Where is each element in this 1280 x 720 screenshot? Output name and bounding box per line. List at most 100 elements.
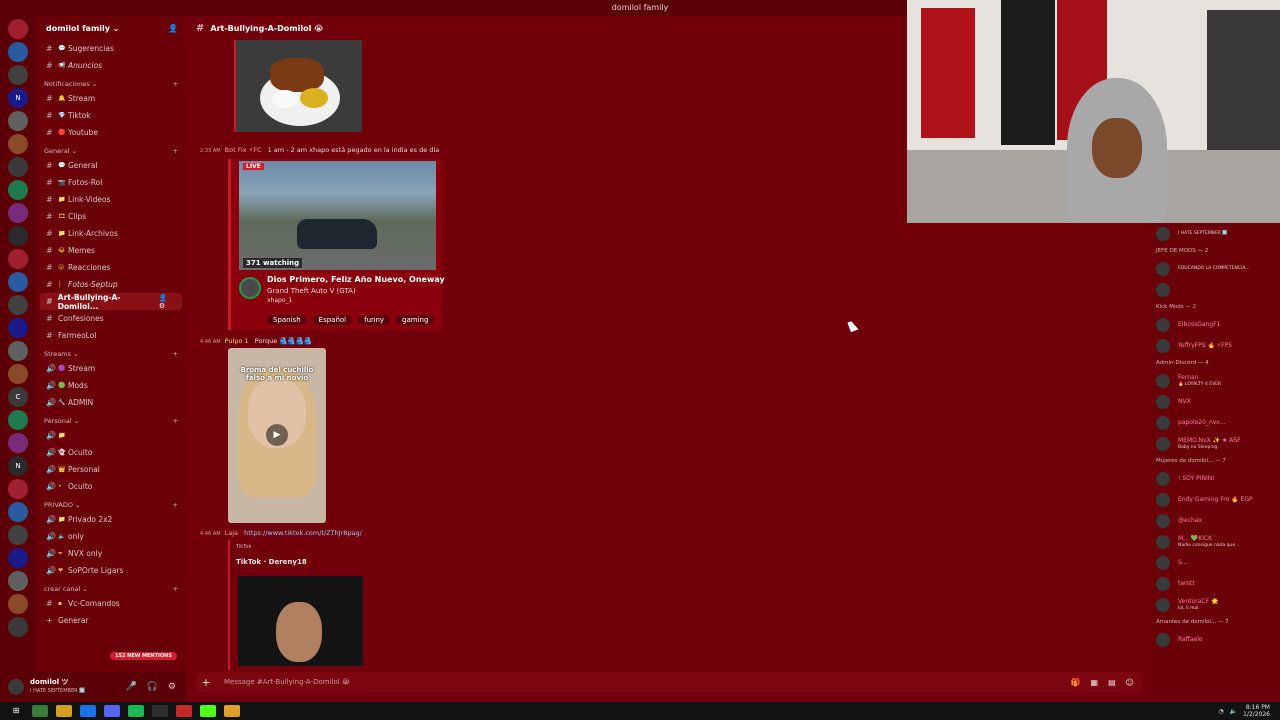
invite-icon[interactable]: 👤 <box>168 24 178 33</box>
server-icon[interactable] <box>8 42 28 62</box>
channel-reacciones[interactable]: # 😮 Reacciones <box>36 259 186 276</box>
avatar[interactable] <box>1156 471 1170 486</box>
channel-art-bullying[interactable]: # Art-Bullying-A-Domilol... 👤 ⚙ <box>40 293 182 311</box>
avatar[interactable] <box>1156 555 1170 570</box>
add-channel-icon[interactable]: + <box>173 80 178 88</box>
avatar[interactable] <box>1156 597 1170 612</box>
windows-start-icon[interactable]: ⊞ <box>8 705 24 717</box>
server-icon[interactable] <box>8 295 28 315</box>
channel-youtube[interactable]: # 🔴 Youtube <box>36 124 186 141</box>
avatar[interactable] <box>1156 338 1170 353</box>
obs-icon[interactable] <box>152 705 168 717</box>
avatar[interactable] <box>1156 226 1170 241</box>
server-icon[interactable] <box>8 134 28 154</box>
channel-link-videos[interactable]: # 📁 Link-Videos <box>36 191 186 208</box>
tag[interactable]: Spanish <box>267 315 307 325</box>
category-notificaciones[interactable]: Notificaciones ⌄ + <box>36 78 186 90</box>
discord-icon[interactable] <box>104 705 120 717</box>
add-channel-icon[interactable]: + <box>173 147 178 155</box>
server-icon[interactable] <box>8 65 28 85</box>
avatar[interactable] <box>1156 317 1170 332</box>
member-row[interactable]: Endy Gaming Fro 🔥 EGP <box>1150 489 1280 510</box>
avatar[interactable] <box>239 277 261 299</box>
channel-anuncios[interactable]: # 📢 Anuncios <box>36 57 186 74</box>
server-icon[interactable] <box>8 410 28 430</box>
channel-fotos-septup[interactable]: # │ Fotos-Septup <box>36 276 186 293</box>
server-icon[interactable] <box>8 249 28 269</box>
member-row[interactable]: NVX <box>1150 391 1280 412</box>
emoji-icon[interactable]: ☺ <box>1126 678 1134 687</box>
channel-stream[interactable]: # 🔔 Stream <box>36 90 186 107</box>
server-icon[interactable] <box>8 502 28 522</box>
member-row[interactable]: ElbossGangF1 <box>1150 314 1280 335</box>
kick-icon[interactable] <box>200 705 216 717</box>
voice-mods[interactable]: 🔊 🟢 Mods <box>36 377 186 394</box>
channel-sugerencias[interactable]: # 💬 Sugerencias <box>36 40 186 57</box>
server-icon[interactable] <box>8 364 28 384</box>
server-icon[interactable] <box>8 525 28 545</box>
voice-personal[interactable]: 🔊 👑 Personal <box>36 461 186 478</box>
category-streams[interactable]: Streams ⌄ + <box>36 348 186 360</box>
server-icon[interactable] <box>8 180 28 200</box>
guild-header[interactable]: domilol family ⌄ 👤 <box>36 16 186 40</box>
server-icon[interactable] <box>8 571 28 591</box>
channel-farmeolol[interactable]: # FarmeoLol <box>36 327 186 344</box>
server-icon[interactable] <box>8 272 28 292</box>
channel-settings-icon[interactable]: 👤 ⚙ <box>159 294 176 310</box>
add-channel-icon[interactable]: + <box>173 417 178 425</box>
stream-title[interactable]: Dios Primero, Feliz Año Nuevo, Oneway <box>267 275 445 284</box>
wifi-icon[interactable]: ◔ <box>1218 708 1223 715</box>
channel-clips[interactable]: # 🎞 Clips <box>36 208 186 225</box>
volume-icon[interactable]: 🔈 <box>1230 708 1237 715</box>
voice-only[interactable]: 🔊 🔈 only <box>36 528 186 545</box>
tiktok-embed[interactable]: TikTok TikTok · Dereny18 <box>228 540 368 670</box>
category-crear-canal[interactable]: crear canal ⌄ + <box>36 583 186 595</box>
avatar[interactable] <box>1156 534 1170 549</box>
voice-nvx-only[interactable]: 🔊 ✒ NVX only <box>36 545 186 562</box>
avatar[interactable] <box>1156 436 1170 451</box>
avatar[interactable] <box>1156 373 1170 388</box>
category-privado[interactable]: PRIVADO ⌄ + <box>36 499 186 511</box>
server-icon[interactable] <box>8 157 28 177</box>
member-row[interactable]: @echax <box>1150 510 1280 531</box>
channel-fotos-rol[interactable]: # 📷 Fotos-Rol <box>36 174 186 191</box>
server-icon[interactable] <box>8 548 28 568</box>
add-channel-icon[interactable]: + <box>173 350 178 358</box>
category-personal[interactable]: Personal ⌄ + <box>36 415 186 427</box>
embed-title[interactable]: TikTok · Dereny18 <box>236 558 307 566</box>
voice-privado-2x2[interactable]: 🔊 📁 Privado 2x2 <box>36 511 186 528</box>
server-icon[interactable]: N <box>8 456 28 476</box>
twitch-embed[interactable]: LIVE 371 watching Dios Primero, Feliz Añ… <box>228 159 445 330</box>
voice-personal-empty[interactable]: 🔊 📁 <box>36 427 186 444</box>
message-input[interactable]: Message #Art-Bullying-A-Domilol 😭 <box>224 678 350 686</box>
member-row[interactable]: Fernan 🔥 LOYALTY 4 EVER <box>1150 370 1280 391</box>
food-image[interactable] <box>234 40 362 132</box>
gear-icon[interactable]: ⚙ <box>168 682 176 692</box>
voice-oculto-2[interactable]: 🔊 • Oculto <box>36 478 186 495</box>
voice-soporte[interactable]: 🔊 ❤ SoPOrte Ligars <box>36 562 186 579</box>
server-icon[interactable] <box>8 433 28 453</box>
avatar[interactable] <box>1156 576 1170 591</box>
tag[interactable]: funny <box>358 315 391 325</box>
channel-confesiones[interactable]: # Confesiones <box>36 310 186 327</box>
tag[interactable]: Español <box>312 315 353 325</box>
message-author[interactable]: Laja <box>225 529 238 537</box>
server-icon[interactable] <box>8 341 28 361</box>
app-icon[interactable] <box>32 705 48 717</box>
message-composer[interactable]: + Message #Art-Bullying-A-Domilol 😭 🎁 ▦ … <box>196 672 1142 692</box>
sticker-icon[interactable]: ▤ <box>1108 678 1116 687</box>
voice-generar[interactable]: + Generar <box>36 612 186 629</box>
member-row[interactable]: ! SOY PININI <box>1150 468 1280 489</box>
server-icon[interactable] <box>8 479 28 499</box>
spotify-icon[interactable] <box>128 705 144 717</box>
member-row[interactable]: Raffaelo <box>1150 629 1280 650</box>
server-icon[interactable] <box>8 19 28 39</box>
clock-time[interactable]: 8:16 PM <box>1243 704 1270 711</box>
play-icon[interactable]: ▶ <box>266 424 288 446</box>
voice-vc-comandos[interactable]: # ▪ Vc-Comandos <box>36 595 186 612</box>
member-row[interactable]: MEMO.NvX ✨ ★ ASF Baby no Sleeping <box>1150 433 1280 454</box>
avatar[interactable] <box>8 679 24 695</box>
attach-plus-icon[interactable]: + <box>196 676 216 689</box>
channel-memes[interactable]: # 😂 Memes <box>36 242 186 259</box>
category-general[interactable]: General ⌄ + <box>36 145 186 157</box>
